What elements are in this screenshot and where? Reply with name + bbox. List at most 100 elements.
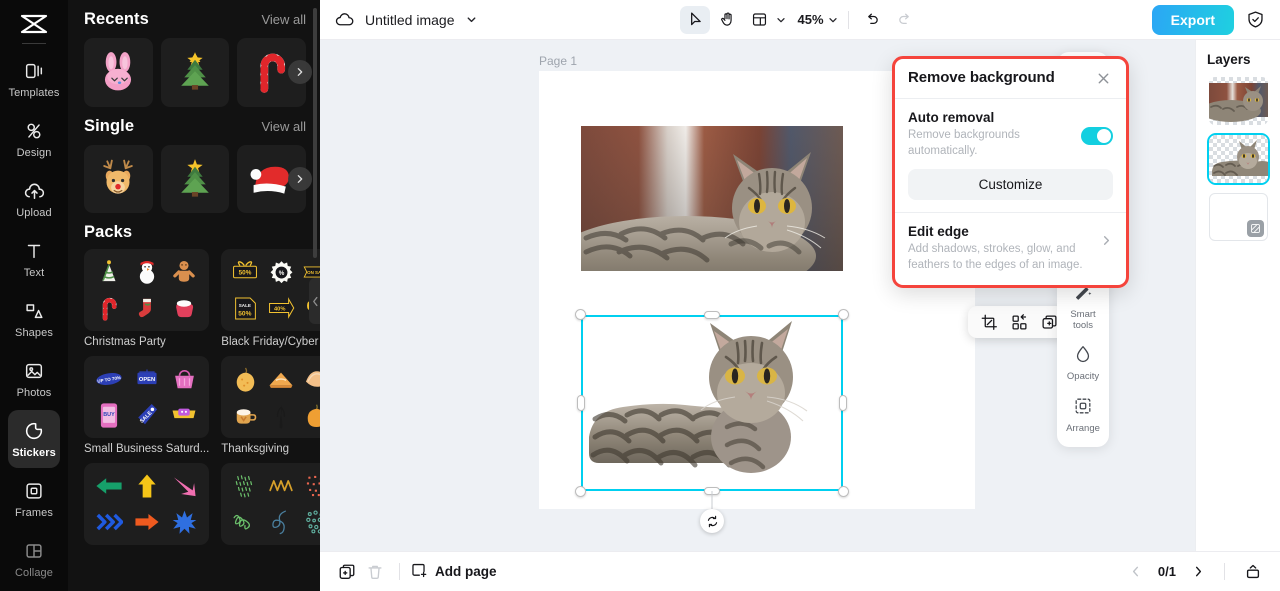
tool-arrange[interactable]: Arrange	[1057, 389, 1109, 441]
canvas-image-original[interactable]	[581, 126, 843, 271]
bottom-divider	[399, 563, 400, 580]
layer-cutout-photo[interactable]	[1206, 133, 1270, 185]
pack-thumbnail	[84, 463, 210, 546]
resize-handle-top-center[interactable]	[704, 311, 720, 319]
shield-check-icon[interactable]	[1242, 7, 1268, 33]
panel-collapse-handle[interactable]	[309, 278, 320, 324]
canvas-area[interactable]: Page 1 Remove background Auto removal Re…	[320, 40, 1195, 551]
sidebar-item-design[interactable]: Design	[8, 110, 60, 168]
pack-card[interactable]: Christmas Party	[84, 249, 210, 348]
sidebar-item-label: Text	[23, 267, 45, 279]
layout-tool-button[interactable]	[744, 6, 774, 34]
sticker-bunny[interactable]	[84, 38, 153, 107]
panel-scrollbar[interactable]	[313, 8, 317, 258]
single-next-arrow[interactable]	[288, 167, 312, 191]
layer-original-photo[interactable]	[1208, 77, 1268, 125]
page-indicator: 0/1	[1157, 564, 1176, 579]
sidebar-item-label: Upload	[16, 207, 52, 219]
stickers-scroll-content: Recents View all Single View all Packs C…	[68, 0, 320, 591]
bottom-divider-2	[1224, 563, 1225, 580]
duplicate-page-button[interactable]	[333, 558, 361, 586]
select-tool-button[interactable]	[680, 5, 711, 34]
sidebar-item-collage[interactable]: Collage	[8, 530, 60, 588]
pack-card[interactable]: 50% % ON SALE SALE50% 40% % Black Friday…	[221, 249, 320, 348]
topbar-center-tools: 45%	[680, 5, 920, 34]
zoom-level: 45%	[797, 12, 824, 27]
chevron-right-icon[interactable]	[1100, 234, 1113, 252]
section-title: Packs	[84, 223, 133, 242]
view-all-link-single[interactable]: View all	[261, 119, 306, 134]
hand-tool-button[interactable]	[712, 6, 742, 34]
document-title[interactable]: Untitled image	[365, 12, 455, 28]
view-all-link-recents[interactable]: View all	[261, 12, 306, 27]
cutout-button[interactable]	[1005, 309, 1033, 335]
background-type-badge	[1246, 220, 1264, 237]
customize-button[interactable]: Customize	[908, 169, 1113, 201]
chevron-down-icon[interactable]	[465, 13, 478, 26]
delete-page-button[interactable]	[361, 558, 389, 586]
pack-card[interactable]	[84, 463, 210, 550]
selected-object-wrapper[interactable]	[575, 309, 849, 533]
sidebar-item-frames[interactable]: Frames	[8, 470, 60, 528]
svg-text:50%: 50%	[238, 311, 251, 318]
crop-button[interactable]	[975, 309, 1003, 335]
chevron-down-icon[interactable]	[827, 14, 839, 26]
cloud-saved-icon[interactable]	[334, 9, 355, 30]
tool-label: Opacity	[1066, 371, 1100, 383]
sidebar-item-upload[interactable]: Upload	[8, 170, 60, 228]
sidebar-item-label: Design	[16, 147, 52, 159]
layer-background[interactable]	[1208, 193, 1268, 241]
prev-page-button[interactable]	[1124, 560, 1148, 584]
recents-next-arrow[interactable]	[288, 60, 312, 85]
resize-handle-middle-right[interactable]	[839, 395, 847, 411]
resize-handle-top-left[interactable]	[575, 309, 586, 320]
pack-card[interactable]	[221, 463, 320, 550]
present-button[interactable]	[1239, 558, 1267, 586]
edit-edge-section[interactable]: Edit edge Add shadows, strokes, glow, an…	[908, 213, 1113, 273]
sidebar-item-label: Photos	[16, 387, 52, 399]
pack-name: Black Friday/Cyber M...	[221, 336, 320, 349]
pack-card[interactable]: UP TO 70% OPEN BUY SALE Small Business S…	[84, 356, 210, 455]
sidebar-item-stickers[interactable]: Stickers	[8, 410, 60, 468]
section-title: Recents	[84, 10, 149, 28]
export-button[interactable]: Export	[1151, 4, 1234, 35]
sidebar-item-shapes[interactable]: Shapes	[8, 290, 60, 348]
tool-opacity[interactable]: Opacity	[1057, 337, 1109, 389]
opacity-drop-icon	[1073, 344, 1093, 369]
section-title: Single	[84, 116, 135, 135]
next-page-button[interactable]	[1186, 560, 1210, 584]
sidebar-item-photos[interactable]: Photos	[8, 350, 60, 408]
undo-button[interactable]	[858, 6, 888, 34]
layer-thumbnail	[1211, 140, 1268, 176]
top-toolbar: Untitled image 45% Export	[320, 0, 1280, 40]
zoom-control[interactable]: 45%	[789, 12, 838, 27]
resize-handle-middle-left[interactable]	[577, 395, 585, 411]
auto-removal-description: Remove backgrounds automatically.	[908, 129, 1020, 157]
chevron-down-icon[interactable]	[775, 14, 787, 26]
sticker-christmas-tree-2[interactable]	[160, 144, 230, 214]
capcut-logo-icon[interactable]	[14, 9, 54, 39]
layers-panel: Layers	[1195, 40, 1280, 551]
auto-removal-toggle[interactable]	[1081, 127, 1113, 145]
templates-icon	[22, 59, 46, 83]
layout-tool-group[interactable]	[744, 6, 787, 34]
pack-card[interactable]: Thanksgiving	[221, 356, 320, 455]
sidebar-item-templates[interactable]: Templates	[8, 50, 60, 108]
capcut-editor-window: Templates Design Upload Text Shapes Phot…	[0, 0, 1280, 591]
resize-handle-bottom-right[interactable]	[838, 486, 849, 497]
close-icon[interactable]	[1094, 69, 1113, 88]
resize-handle-bottom-left[interactable]	[575, 486, 586, 497]
add-page-button[interactable]: Add page	[410, 562, 497, 582]
sticker-reindeer[interactable]	[84, 144, 153, 214]
remove-background-popover: Remove background Auto removal Remove ba…	[892, 56, 1129, 289]
redo-button[interactable]	[890, 6, 920, 34]
selection-bounding-box	[581, 315, 843, 491]
sticker-christmas-tree-1[interactable]	[160, 38, 230, 107]
resize-handle-top-right[interactable]	[838, 309, 849, 320]
topbar-right-group: Export	[1151, 4, 1268, 35]
shapes-icon	[22, 299, 46, 323]
toolbar-divider	[847, 10, 849, 29]
sidebar-item-text[interactable]: Text	[8, 230, 60, 288]
sidebar-item-label: Collage	[14, 567, 53, 579]
rotate-handle[interactable]	[700, 509, 724, 533]
